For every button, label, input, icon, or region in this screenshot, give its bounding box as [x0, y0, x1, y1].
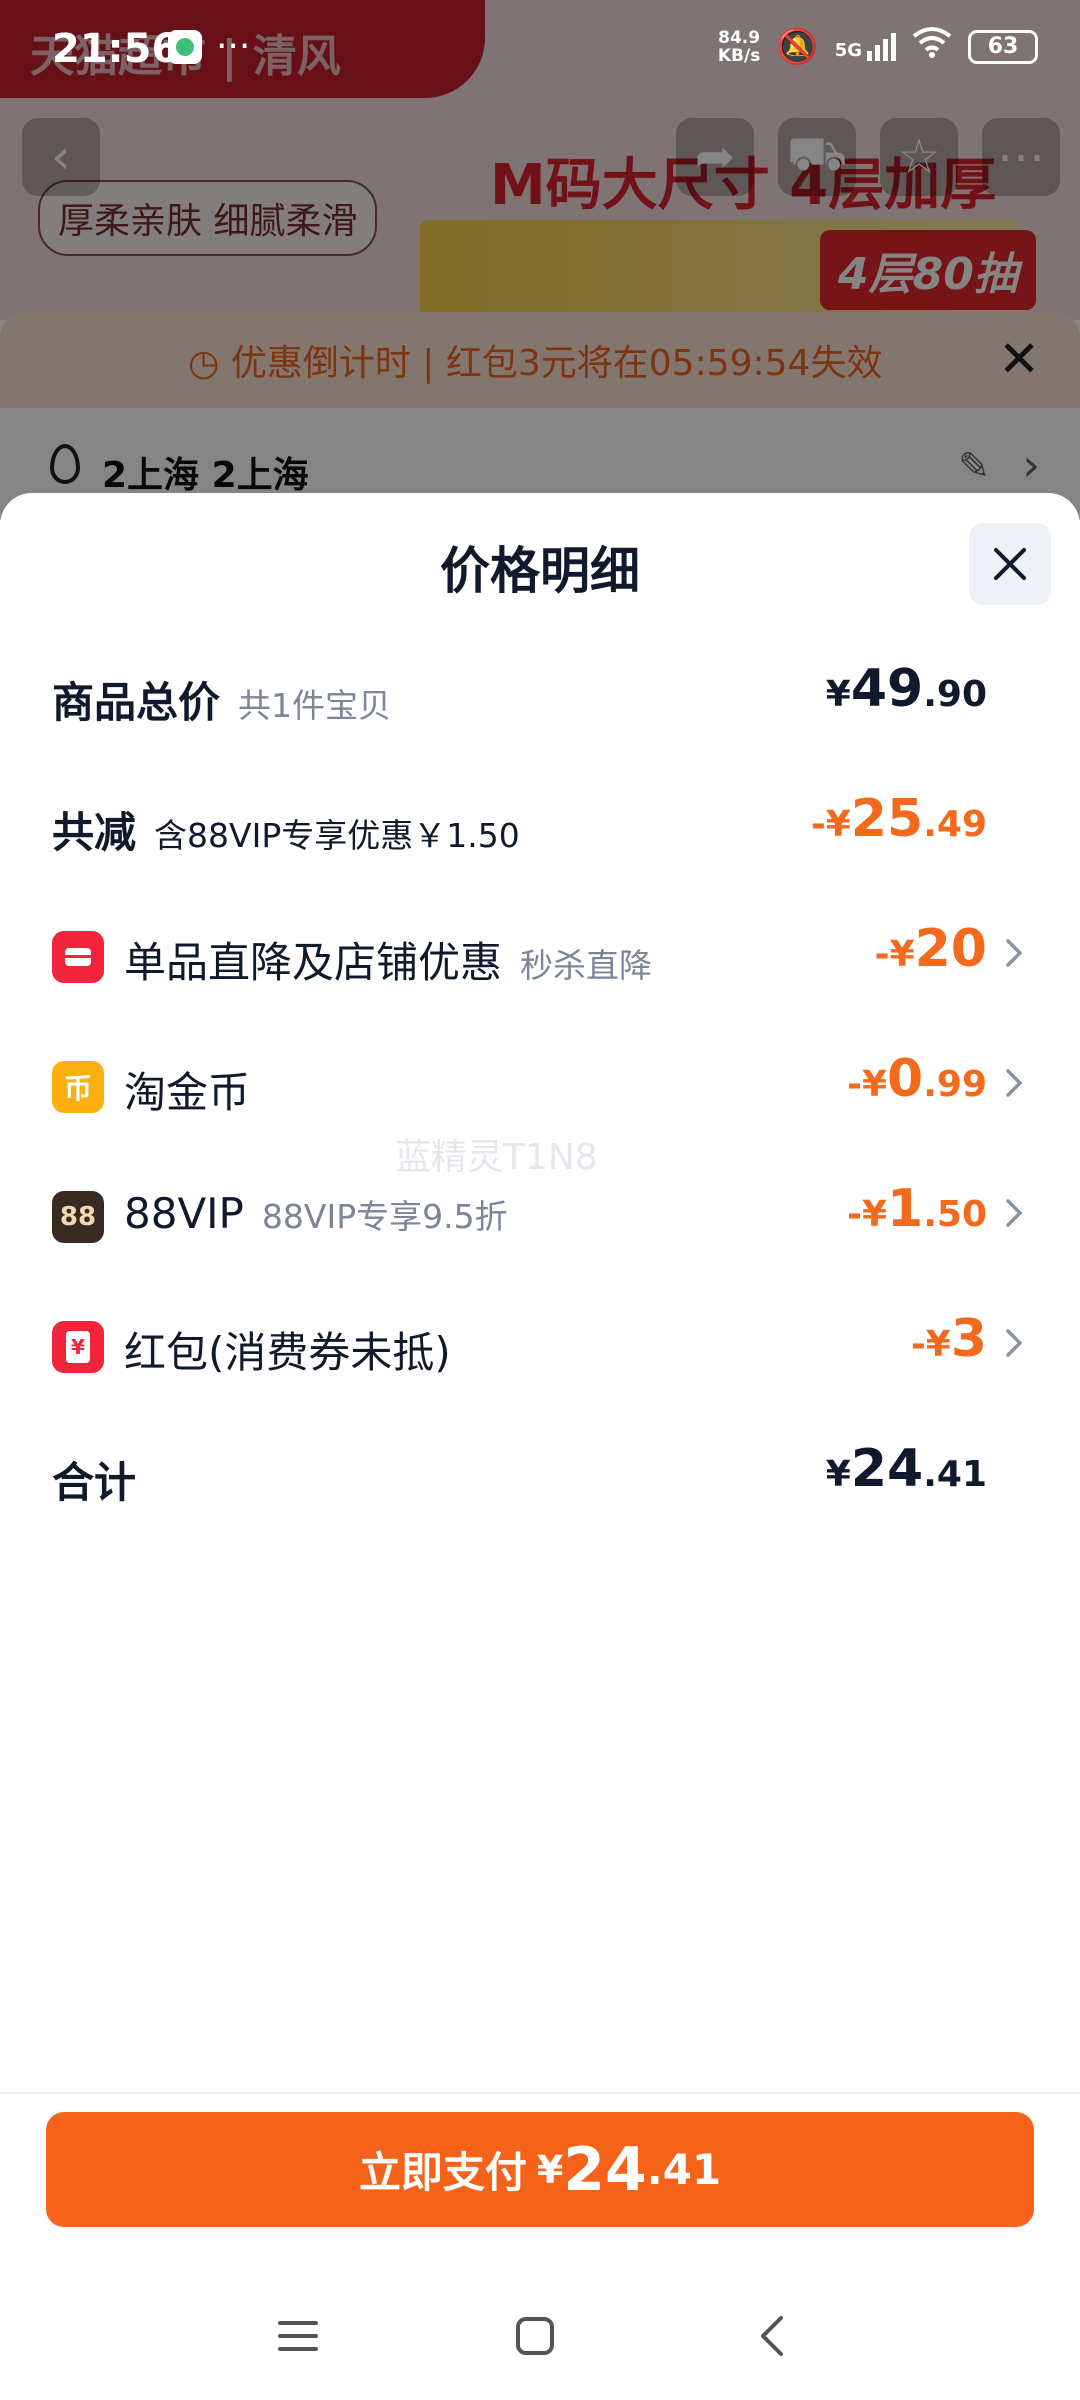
row-label: 单品直降及店铺优惠 秒杀直降: [124, 938, 653, 987]
network-speed: 84.9 KB/s: [717, 27, 761, 66]
row-label: 共减 含88VIP专享优惠￥1.50: [52, 808, 520, 857]
row-taojinbi[interactable]: 币 淘金币 -¥ 0.99: [0, 1045, 1080, 1125]
sheet-title: 价格明细: [440, 542, 640, 600]
coin-icon: 币: [52, 1061, 104, 1113]
red-packet-icon: ¥: [52, 1321, 104, 1373]
close-button[interactable]: [969, 523, 1051, 605]
row-total-price: 商品总价 共1件宝贝 ¥49.90: [0, 655, 1080, 735]
total-discount-amount: -¥ 25.49: [810, 789, 987, 849]
chevron-right-icon: [1006, 1199, 1023, 1227]
pay-now-button[interactable]: 立即支付 ¥ 24 .41: [46, 2112, 1034, 2227]
chevron-right-icon: [1006, 1069, 1023, 1097]
status-time: 21:56: [52, 26, 180, 72]
total-price-amount: ¥49.90: [825, 659, 987, 719]
home-icon[interactable]: [505, 2306, 565, 2366]
row-label: 商品总价 共1件宝贝: [52, 678, 392, 727]
app-notification-icon: [168, 30, 202, 64]
battery-icon: 63: [968, 29, 1038, 64]
sum-amount: ¥24.41: [825, 1439, 987, 1499]
more-notifications-icon: ···: [216, 26, 251, 67]
chevron-right-icon: [1006, 939, 1023, 967]
status-bar: 21:56 ··· 84.9 KB/s 🔕 5G 63: [0, 0, 1080, 95]
taojinbi-amount: -¥ 0.99: [847, 1049, 987, 1109]
row-label: 88VIP 88VIP专享9.5折: [124, 1189, 508, 1238]
divider: [0, 2092, 1080, 2094]
row-label: 红包(消费券未抵): [124, 1328, 451, 1377]
system-icons: 84.9 KB/s 🔕 5G 63: [718, 26, 1038, 67]
close-icon: [994, 548, 1026, 580]
row-sum: 合计 ¥24.41: [0, 1435, 1080, 1515]
vip-88-icon: 88: [52, 1191, 104, 1243]
row-total-discount: 共减 含88VIP专享优惠￥1.50 -¥ 25.49: [0, 785, 1080, 865]
wifi-icon: [912, 26, 952, 67]
row-red-packet[interactable]: ¥ 红包(消费券未抵) -¥ 3: [0, 1305, 1080, 1385]
row-store-discount[interactable]: 单品直降及店铺优惠 秒杀直降 -¥ 20: [0, 915, 1080, 995]
vip-discount-amount: -¥ 1.50: [847, 1179, 987, 1239]
system-nav-bar: [0, 2280, 1080, 2400]
notification-icons: ···: [168, 26, 251, 67]
row-sub: 秒杀直降: [520, 946, 653, 985]
pay-label: 立即支付: [358, 2148, 527, 2197]
row-label: 合计: [52, 1458, 137, 1507]
store-icon: [52, 931, 104, 983]
menu-icon[interactable]: [268, 2306, 328, 2366]
signal-icon: 5G: [835, 32, 896, 61]
row-sub: 共1件宝贝: [238, 686, 392, 725]
row-sub: 含88VIP专享优惠￥1.50: [154, 816, 520, 855]
row-88vip[interactable]: 88 88VIP 88VIP专享9.5折 -¥ 1.50: [0, 1175, 1080, 1255]
chevron-right-icon: [1006, 1329, 1023, 1357]
row-sub: 88VIP专享9.5折: [261, 1197, 508, 1236]
store-discount-amount: -¥ 20: [874, 919, 987, 979]
watermark: 蓝精灵T1N8: [395, 1137, 598, 1178]
back-nav-icon[interactable]: [742, 2306, 802, 2366]
row-label: 淘金币: [124, 1068, 251, 1117]
red-packet-amount: -¥ 3: [910, 1309, 987, 1369]
mute-icon: 🔕: [776, 26, 819, 67]
